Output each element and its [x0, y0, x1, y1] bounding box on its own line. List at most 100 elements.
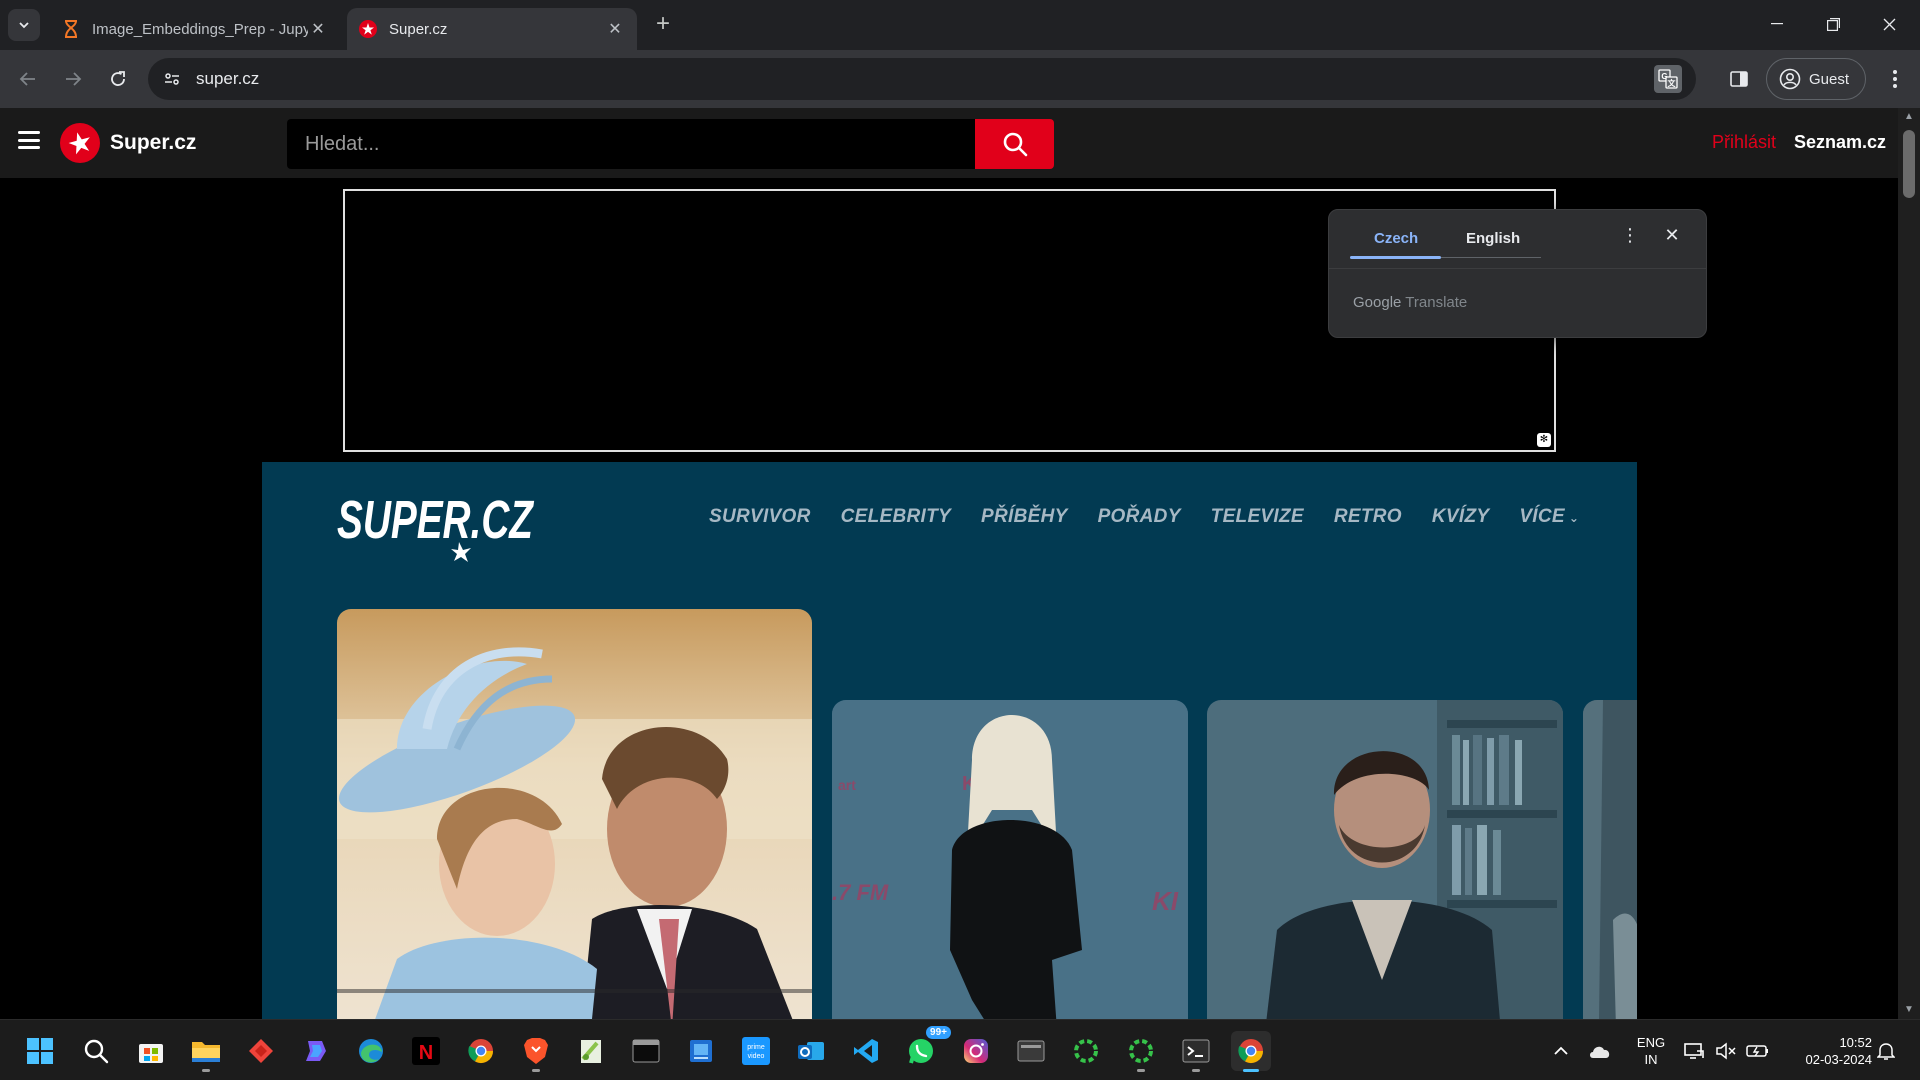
nav-item-porady[interactable]: POŘADY: [1098, 506, 1181, 528]
address-bar[interactable]: super.cz G文: [148, 58, 1696, 100]
svg-text:video: video: [748, 1053, 765, 1060]
search-input[interactable]: [287, 119, 975, 169]
minimize-button[interactable]: [1754, 8, 1800, 40]
close-icon[interactable]: ✕: [1661, 224, 1683, 246]
network-icon[interactable]: [1678, 1031, 1710, 1071]
windows-start-icon[interactable]: [20, 1031, 60, 1071]
microsoft-store-icon[interactable]: [131, 1031, 171, 1071]
volume-muted-icon[interactable]: [1710, 1031, 1742, 1071]
search-icon: [1003, 132, 1027, 157]
side-panel-button[interactable]: [1724, 64, 1754, 94]
site-header: Super.cz Přihlásit Seznam.cz: [0, 108, 1898, 178]
onedrive-icon[interactable]: [1582, 1031, 1618, 1071]
clock-date: 02-03-2024: [1805, 1052, 1873, 1067]
login-link[interactable]: Přihlásit: [1712, 132, 1776, 153]
nav-item-kvizy[interactable]: KVÍZY: [1432, 506, 1489, 528]
hamburger-menu-icon[interactable]: [18, 131, 40, 149]
chrome-active-icon[interactable]: [1231, 1031, 1271, 1072]
outlook-icon[interactable]: [791, 1031, 831, 1071]
page-viewport: Super.cz Přihlásit Seznam.cz ✻ SUPER.CZ …: [0, 108, 1920, 1019]
file-explorer-icon[interactable]: [186, 1031, 226, 1072]
url-text[interactable]: super.cz: [196, 69, 259, 89]
article-card[interactable]: art .7 FM KI K: [832, 700, 1188, 1019]
nav-item-pribehy[interactable]: PŘÍBĚHY: [981, 506, 1068, 528]
seznam-link[interactable]: Seznam.cz: [1794, 132, 1886, 153]
nav-item-retro[interactable]: RETRO: [1334, 506, 1402, 528]
nav-item-survivor[interactable]: SURVIVOR: [709, 506, 811, 528]
prime-video-icon[interactable]: prime video: [736, 1031, 776, 1071]
tab-strip: Image_Embeddings_Prep - Jupy ✕ Super.cz …: [0, 0, 1920, 50]
system-clock[interactable]: 10:52 02-03-2024: [1786, 1034, 1873, 1068]
windows-sandbox-icon[interactable]: [681, 1031, 721, 1071]
reload-button[interactable]: [103, 64, 133, 94]
translate-tab-czech[interactable]: Czech: [1374, 230, 1418, 247]
google-label: Google: [1353, 294, 1402, 311]
tab-title: Super.cz: [389, 20, 448, 38]
translate-icon[interactable]: G文: [1654, 65, 1682, 93]
guest-profile-icon: [1779, 68, 1801, 90]
terminal-window-icon[interactable]: [626, 1031, 666, 1071]
app-window-icon[interactable]: [1011, 1031, 1051, 1071]
tab-super-cz[interactable]: Super.cz ✕: [347, 8, 637, 50]
scroll-thumb[interactable]: [1903, 130, 1915, 198]
battery-icon[interactable]: [1742, 1031, 1774, 1071]
tab-jupyter[interactable]: Image_Embeddings_Prep - Jupy ✕: [50, 8, 340, 50]
whatsapp-icon[interactable]: 99+: [901, 1026, 951, 1071]
profile-button[interactable]: Guest: [1766, 58, 1866, 100]
article-card-partial[interactable]: [1583, 700, 1637, 1019]
super-cz-section: SUPER.CZ SURVIVOR CELEBRITY PŘÍBĚHY POŘA…: [262, 462, 1637, 1019]
arrow-left-icon: [19, 72, 35, 86]
restore-button[interactable]: [1810, 8, 1856, 40]
article-card[interactable]: [1207, 700, 1563, 1019]
copilot-icon[interactable]: [296, 1031, 336, 1071]
nav-item-televize[interactable]: TELEVIZE: [1211, 506, 1304, 528]
powershell-icon[interactable]: [1176, 1031, 1216, 1072]
profile-label: Guest: [1809, 70, 1850, 88]
instagram-icon[interactable]: [956, 1031, 996, 1071]
super-cz-wordmark[interactable]: SUPER.CZ: [337, 490, 537, 569]
notification-bell-icon[interactable]: [1870, 1031, 1902, 1071]
scroll-down-arrow-icon[interactable]: ▼: [1898, 1001, 1920, 1019]
svg-text:文: 文: [1668, 78, 1677, 88]
tab-search-button[interactable]: [8, 9, 40, 41]
featured-article-image: [337, 609, 812, 1019]
chrome-icon[interactable]: [461, 1031, 501, 1071]
region-code: IN: [1644, 1052, 1658, 1067]
nav-item-vice[interactable]: VÍCE ⌄: [1519, 506, 1579, 528]
clock-time: 10:52: [1839, 1035, 1872, 1050]
close-icon[interactable]: ✕: [605, 19, 625, 39]
page-scrollbar[interactable]: ▲ ▼: [1898, 108, 1920, 1019]
minimize-icon: [1771, 23, 1783, 25]
window-close-button[interactable]: [1866, 8, 1912, 40]
featured-article-card[interactable]: [337, 609, 812, 1019]
site-logo[interactable]: Super.cz: [60, 123, 196, 163]
search-field[interactable]: [287, 119, 975, 169]
input-language-indicator[interactable]: ENG IN: [1636, 1034, 1666, 1068]
language-code: ENG: [1636, 1035, 1666, 1050]
arrow-right-icon: [66, 72, 82, 86]
chevron-down-icon: ⌄: [1568, 511, 1580, 525]
search-button[interactable]: [975, 119, 1054, 169]
anydesk-icon[interactable]: [241, 1031, 281, 1071]
scroll-up-arrow-icon[interactable]: ▲: [1898, 108, 1920, 126]
close-icon[interactable]: ✕: [308, 19, 328, 39]
site-info-icon[interactable]: [160, 67, 184, 91]
loader-app-2-icon[interactable]: [1121, 1031, 1161, 1072]
ad-info-icon[interactable]: ✻: [1537, 433, 1551, 447]
nav-item-celebrity[interactable]: CELEBRITY: [841, 506, 951, 528]
translate-options-icon[interactable]: ⋮: [1619, 224, 1641, 246]
svg-text:art: art: [838, 777, 856, 793]
search-icon[interactable]: [76, 1031, 116, 1071]
notepad-plus-icon[interactable]: [571, 1031, 611, 1071]
back-button[interactable]: [13, 64, 43, 94]
forward-button[interactable]: [58, 64, 88, 94]
edge-icon[interactable]: [351, 1031, 391, 1071]
netflix-icon[interactable]: N: [406, 1031, 446, 1071]
brave-icon[interactable]: [516, 1031, 556, 1072]
new-tab-button[interactable]: +: [650, 12, 676, 38]
chevron-up-icon[interactable]: [1543, 1031, 1579, 1071]
browser-menu-button[interactable]: [1880, 64, 1910, 94]
vscode-icon[interactable]: [846, 1031, 886, 1071]
translate-tab-english[interactable]: English: [1466, 230, 1520, 247]
loader-app-icon[interactable]: [1066, 1031, 1106, 1071]
